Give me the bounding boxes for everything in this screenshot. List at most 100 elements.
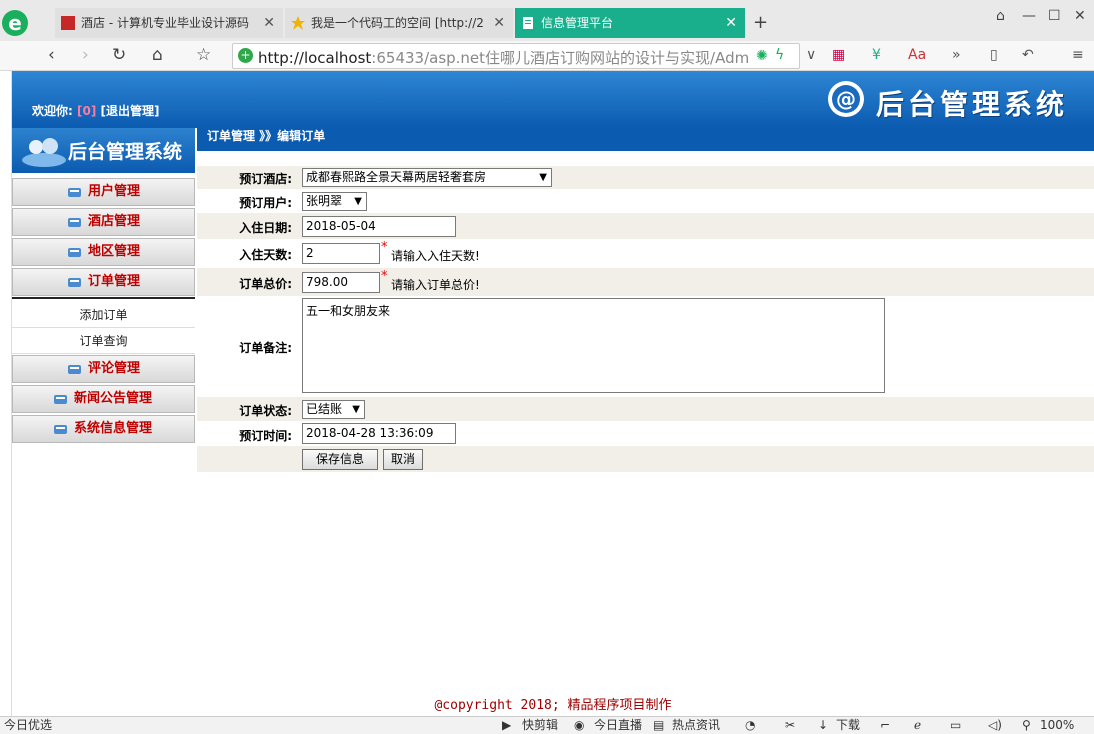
sidebar-item-comments[interactable]: 评论管理 xyxy=(12,355,195,383)
apps-icon[interactable]: ▦ xyxy=(832,47,845,63)
status-label: 订单状态: xyxy=(239,404,292,418)
hand-icon xyxy=(68,218,81,227)
speed-mode-icon[interactable]: ϟ xyxy=(775,47,784,63)
hand-icon xyxy=(68,365,81,374)
form-row-days: 入住天数: 2 * 请输入入住天数! xyxy=(197,239,1094,268)
address-toolbar: ‹ › ↻ ⌂ ☆ + http://localhost:65433/asp.n… xyxy=(0,41,1094,71)
reload-icon[interactable]: ↻ xyxy=(112,45,126,65)
close-tab-icon[interactable]: ✕ xyxy=(725,8,737,38)
form-row-time: 预订时间: 2018-04-28 13:36:09 xyxy=(197,421,1094,446)
form-row-memo: 订单备注: 五一和女朋友来 xyxy=(197,296,1094,397)
form-row-checkin: 入住日期: 2018-05-04 xyxy=(197,213,1094,239)
more-extensions-icon[interactable]: » xyxy=(952,47,961,63)
days-label: 入住天数: xyxy=(239,248,292,262)
chevron-down-icon: ▼ xyxy=(354,196,362,207)
close-window-icon[interactable]: ✕ xyxy=(1074,8,1086,24)
sidebar-item-system-info[interactable]: 系统信息管理 xyxy=(12,415,195,443)
status-bar: 今日优选 ▶ 快剪辑 ◉ 今日直播 ▤ 热点资讯 ◔ ✂ ↓ 下载 ⌐ ℯ ▭ … xyxy=(0,716,1094,734)
hand-icon xyxy=(54,425,67,434)
hotel-select[interactable]: 成都春熙路全景天幕两居轻奢套房 ▼ xyxy=(302,168,552,187)
cancel-button[interactable]: 取消 xyxy=(383,449,423,470)
phone-icon[interactable]: ▯ xyxy=(990,47,998,63)
status-item[interactable]: 今日直播 xyxy=(594,717,642,734)
url-input[interactable]: + http://localhost:65433/asp.net住哪儿酒店订购网… xyxy=(232,43,800,69)
brand-title: 后台管理系统 xyxy=(876,88,1069,121)
shield-icon: + xyxy=(238,48,253,63)
status-item[interactable]: 快剪辑 xyxy=(522,717,558,734)
sidebar-item-users[interactable]: 用户管理 xyxy=(12,178,195,206)
logout-link[interactable]: [退出管理] xyxy=(101,104,160,118)
skin-icon[interactable]: ⌂ xyxy=(996,8,1005,24)
divider xyxy=(12,297,195,299)
form-row-buttons: 保存信息 取消 xyxy=(197,446,1094,472)
form-row-total: 订单总价: 798.00 * 请输入订单总价! xyxy=(197,268,1094,296)
browser-logo-icon: e xyxy=(2,10,28,36)
browser-tabbar: e 酒店 - 计算机专业毕业设计源码 ✕ 我是一个代码工的空间 [http://… xyxy=(0,0,1094,41)
zoom-level[interactable]: 100% xyxy=(1040,717,1074,734)
undo-icon[interactable]: ↶ xyxy=(1022,47,1034,63)
maximize-icon[interactable]: ☐ xyxy=(1048,8,1061,24)
tab-title: 信息管理平台 xyxy=(541,16,614,30)
download-icon: ↓ xyxy=(818,718,829,732)
favicon-icon xyxy=(61,16,75,30)
sidebar: 后台管理系统 用户管理 酒店管理 地区管理 订单管理 添加订单 订单查询 评论管… xyxy=(12,128,195,448)
minimize-icon[interactable]: — xyxy=(1022,8,1036,24)
sidebar-item-hotels[interactable]: 酒店管理 xyxy=(12,208,195,236)
submenu-add-order[interactable]: 添加订单 xyxy=(12,302,195,328)
window-icon: ▭ xyxy=(950,718,962,732)
required-mark: * xyxy=(381,240,388,255)
tab-info-platform[interactable]: 信息管理平台 ✕ xyxy=(515,8,745,38)
order-time-input[interactable]: 2018-04-28 13:36:09 xyxy=(302,423,456,444)
status-item[interactable]: 热点资讯 xyxy=(672,717,720,734)
home-icon[interactable]: ⌂ xyxy=(152,45,163,65)
submenu-order-query[interactable]: 订单查询 xyxy=(12,328,195,354)
menu-icon[interactable]: ≡ xyxy=(1072,47,1084,63)
sidebar-item-orders[interactable]: 订单管理 xyxy=(12,268,195,296)
back-icon[interactable]: ‹ xyxy=(48,45,55,65)
compat-mode-icon[interactable]: ✺ xyxy=(756,48,768,64)
volume-icon: ◁) xyxy=(988,718,1002,732)
time-label: 预订时间: xyxy=(239,429,292,443)
status-item[interactable]: 下载 xyxy=(836,717,860,734)
sidebar-item-news[interactable]: 新闻公告管理 xyxy=(12,385,195,413)
hand-icon xyxy=(68,188,81,197)
total-price-input[interactable]: 798.00 xyxy=(302,272,380,293)
user-select[interactable]: 张明翠 ▼ xyxy=(302,192,367,211)
chevron-down-icon: ▼ xyxy=(539,172,547,183)
hotel-label: 预订酒店: xyxy=(239,172,292,186)
side-dock xyxy=(0,71,12,716)
chevron-down-icon: ▼ xyxy=(352,404,360,415)
hand-icon xyxy=(54,395,67,404)
translate-icon[interactable]: Aa xyxy=(908,47,926,63)
welcome-text: 欢迎你: [0] [退出管理] xyxy=(32,104,160,118)
days-input[interactable]: 2 xyxy=(302,243,380,264)
live-icon: ◉ xyxy=(574,718,585,732)
form-row-hotel: 预订酒店: 成都春熙路全景天幕两居轻奢套房 ▼ xyxy=(197,166,1094,189)
tools-icon: ✂ xyxy=(785,718,796,732)
status-select[interactable]: 已结账 ▼ xyxy=(302,400,365,419)
memo-textarea[interactable]: 五一和女朋友来 xyxy=(302,298,885,393)
hand-icon xyxy=(68,248,81,257)
form-row-user: 预订用户: 张明翠 ▼ xyxy=(197,189,1094,213)
save-button[interactable]: 保存信息 xyxy=(302,449,378,470)
copyright: @copyright 2018; 精品程序项目制作 xyxy=(434,698,672,713)
dropdown-icon[interactable]: ∨ xyxy=(806,47,816,63)
breadcrumb: 订单管理 》》编辑订单 xyxy=(197,128,1094,151)
tab-hotel[interactable]: 酒店 - 计算机专业毕业设计源码 ✕ xyxy=(55,8,283,38)
money-icon[interactable]: ¥ xyxy=(872,47,881,63)
new-tab-button[interactable]: + xyxy=(753,12,768,33)
tab-space[interactable]: 我是一个代码工的空间 [http://2 ✕ xyxy=(285,8,513,38)
hand-icon xyxy=(68,278,81,287)
sidebar-item-regions[interactable]: 地区管理 xyxy=(12,238,195,266)
people-logo-icon xyxy=(22,138,66,167)
close-tab-icon[interactable]: ✕ xyxy=(493,8,505,38)
favorite-star-icon[interactable]: ☆ xyxy=(196,45,211,65)
speed-icon: ◔ xyxy=(745,718,756,732)
status-left[interactable]: 今日优选 xyxy=(4,717,52,734)
page-icon xyxy=(523,17,533,29)
close-tab-icon[interactable]: ✕ xyxy=(263,8,275,38)
checkin-date-input[interactable]: 2018-05-04 xyxy=(302,216,456,237)
days-hint: 请输入入住天数! xyxy=(391,249,480,263)
forward-icon[interactable]: › xyxy=(82,45,89,65)
user-label: 预订用户: xyxy=(239,196,292,210)
